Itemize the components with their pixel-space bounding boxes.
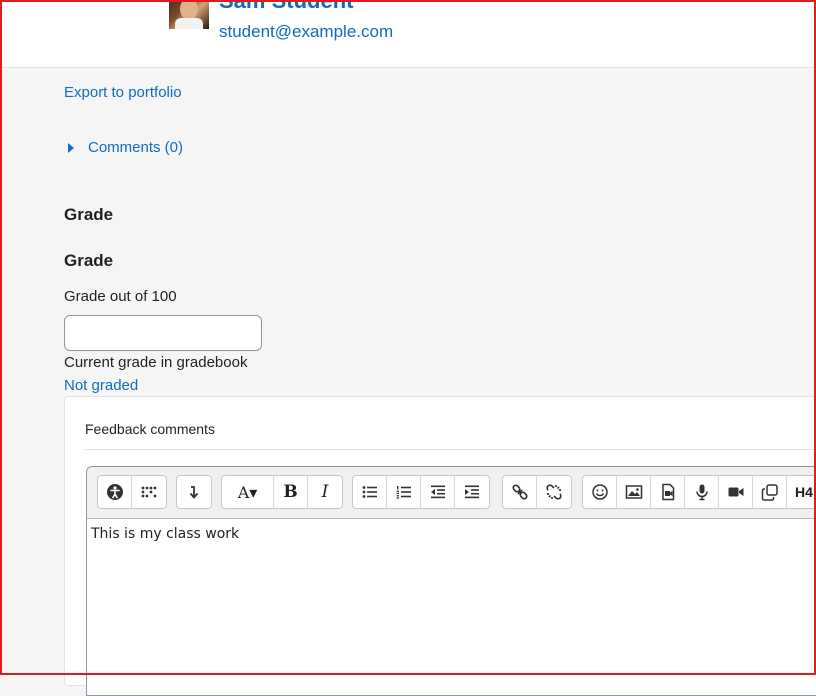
bold-icon: B	[283, 482, 298, 502]
link-icon	[511, 484, 528, 500]
editor-toolbar: A▾ B I H4	[87, 467, 816, 519]
current-grade-label: Current grade in gradebook	[64, 354, 248, 371]
feedback-card: Feedback comments A▾ B I H4 This is my c…	[64, 396, 816, 696]
arrow-down-icon	[189, 486, 199, 499]
show-more-buttons-button[interactable]	[177, 476, 211, 508]
unlink-icon	[546, 484, 562, 500]
user-header: Sam Student student@example.com	[0, 0, 816, 68]
accessibility-icon	[106, 484, 123, 500]
image-icon	[625, 485, 642, 499]
grade-out-of-label: Grade out of 100	[64, 288, 177, 305]
grade-section-heading: Grade	[64, 205, 114, 224]
user-name-link[interactable]: Sam Student	[219, 0, 353, 14]
grade-input[interactable]	[64, 315, 262, 351]
toolbar-group-style: A▾ B I	[221, 475, 343, 509]
avatar-shirt	[175, 18, 203, 29]
comments-label: Comments (0)	[88, 139, 184, 156]
current-grade-link[interactable]: Not graded	[64, 377, 138, 394]
indent-icon	[465, 485, 479, 499]
numbered-list-icon	[396, 486, 411, 499]
record-video-button[interactable]	[719, 476, 753, 508]
smiley-icon	[591, 484, 608, 500]
avatar-face	[180, 0, 198, 20]
screenreader-helper-button[interactable]	[132, 476, 166, 508]
avatar[interactable]	[169, 0, 209, 29]
outdent-button[interactable]	[421, 476, 455, 508]
export-to-portfolio-link[interactable]: Export to portfolio	[64, 84, 182, 101]
braille-icon	[141, 486, 157, 498]
user-email-link[interactable]: student@example.com	[219, 22, 393, 42]
media-file-icon	[661, 483, 674, 501]
italic-icon: I	[321, 482, 329, 502]
toolbar-group-accessibility	[97, 475, 167, 509]
bold-button[interactable]: B	[274, 476, 308, 508]
bullet-list-icon	[362, 486, 377, 498]
toolbar-group-lists	[352, 475, 490, 509]
feedback-title: Feedback comments	[85, 421, 215, 437]
editor-content[interactable]: This is my class work	[91, 526, 239, 542]
italic-button[interactable]: I	[308, 476, 342, 508]
insert-media-button[interactable]	[651, 476, 685, 508]
copy-files-icon	[761, 484, 778, 501]
toolbar-group-collapse	[176, 475, 212, 509]
h5p-button[interactable]: H4	[787, 476, 816, 508]
grade-subheading: Grade	[64, 251, 114, 270]
caret-right-icon	[68, 142, 74, 153]
comments-toggle[interactable]: Comments (0)	[68, 139, 183, 156]
feedback-editor: A▾ B I H4 This is my class work	[86, 466, 816, 696]
unlink-button[interactable]	[537, 476, 571, 508]
emoji-button[interactable]	[583, 476, 617, 508]
indent-button[interactable]	[455, 476, 489, 508]
link-button[interactable]	[503, 476, 537, 508]
manage-files-button[interactable]	[753, 476, 787, 508]
toolbar-group-media: H4	[582, 475, 816, 509]
unordered-list-button[interactable]	[353, 476, 387, 508]
divider	[85, 449, 816, 450]
font-style-icon: A▾	[237, 482, 258, 502]
ordered-list-button[interactable]	[387, 476, 421, 508]
toolbar-group-links	[502, 475, 572, 509]
h5p-icon: H4	[795, 484, 813, 500]
video-camera-icon	[728, 487, 743, 497]
record-audio-button[interactable]	[685, 476, 719, 508]
insert-image-button[interactable]	[617, 476, 651, 508]
accessibility-checker-button[interactable]	[98, 476, 132, 508]
microphone-icon	[695, 484, 708, 501]
paragraph-style-button[interactable]: A▾	[222, 476, 274, 508]
outdent-icon	[430, 485, 445, 499]
